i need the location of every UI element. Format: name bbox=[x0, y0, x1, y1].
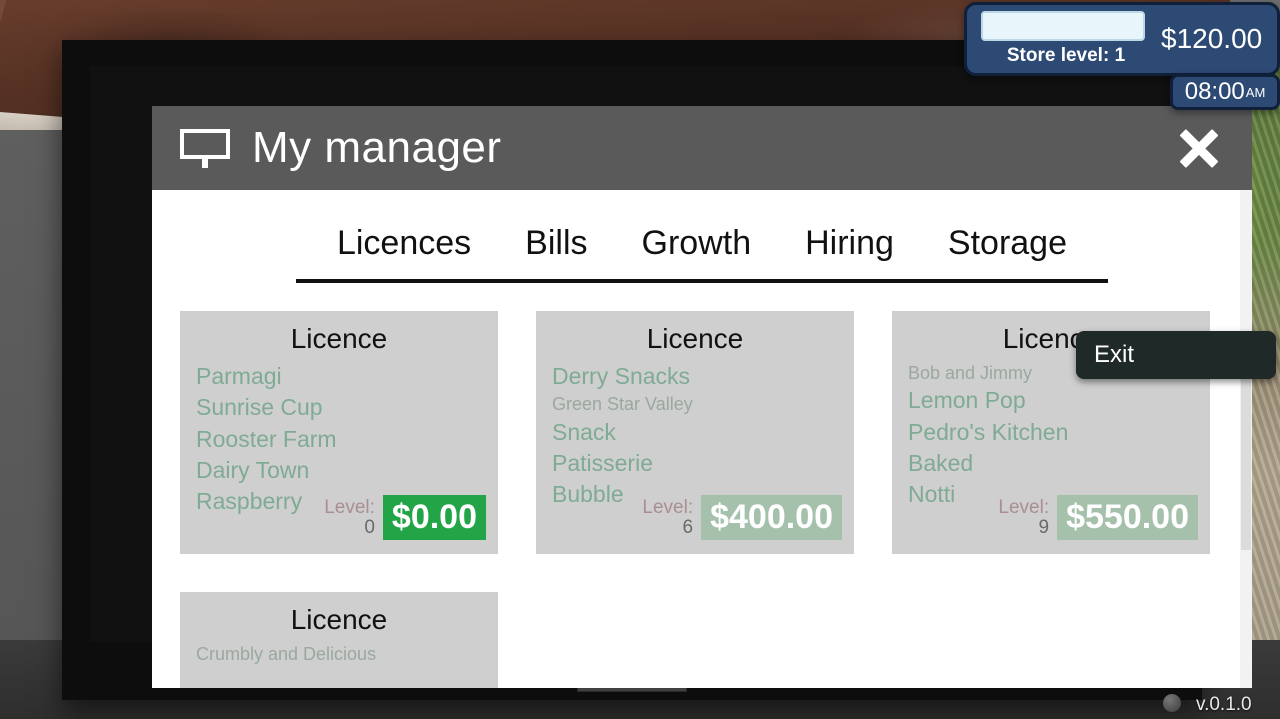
store-level-label: Store level: 1 bbox=[1006, 45, 1126, 66]
scrollbar-thumb[interactable] bbox=[1241, 350, 1251, 550]
card-title: Licence bbox=[290, 604, 388, 635]
licence-card[interactable]: Licence Derry Snacks Green Star Valley S… bbox=[536, 311, 854, 554]
card-line: Rooster Farm bbox=[196, 425, 337, 452]
store-progress-bar bbox=[981, 11, 1145, 41]
price-button[interactable]: $0.00 bbox=[382, 495, 486, 540]
card-line: Sunrise Cup bbox=[196, 394, 323, 421]
scrollbar[interactable] bbox=[1240, 190, 1252, 688]
card-line: Green Star Valley bbox=[552, 394, 693, 415]
card-footer: Level: 9 $550.00 bbox=[998, 495, 1198, 540]
store-hud-panel: Store level: 1 $120.00 bbox=[964, 2, 1280, 76]
card-line: Patisserie bbox=[552, 450, 653, 476]
card-line: Parmagi bbox=[196, 363, 282, 389]
monitor-icon bbox=[180, 129, 230, 168]
app-title: My manager bbox=[252, 123, 502, 172]
level-value: 6 bbox=[682, 516, 694, 538]
level-label: Level: bbox=[642, 496, 694, 518]
app-titlebar: My manager bbox=[152, 106, 1252, 190]
exit-button[interactable]: Exit bbox=[1076, 331, 1276, 379]
level-label: Level: bbox=[998, 496, 1050, 518]
price-button[interactable]: $550.00 bbox=[1057, 495, 1198, 540]
card-footer: Level: 0 $0.00 bbox=[324, 495, 486, 540]
card-line: Dairy Town bbox=[196, 456, 310, 483]
level-value: 9 bbox=[1038, 516, 1050, 538]
monitor: My manager Licences Bills Growth Hiring … bbox=[62, 40, 1252, 700]
price-button[interactable]: $400.00 bbox=[701, 495, 842, 540]
tab-licences[interactable]: Licences bbox=[337, 224, 471, 263]
card-title: Licence bbox=[290, 323, 388, 354]
card-line: Lemon Pop bbox=[908, 387, 1026, 414]
card-line: Crumbly and Delicious bbox=[196, 644, 377, 664]
money-amount: $120.00 bbox=[1161, 23, 1263, 55]
licence-card[interactable]: Licence Crumbly and Delicious bbox=[180, 592, 498, 688]
app-body: Licences Bills Growth Hiring Storage Lic… bbox=[152, 190, 1252, 688]
level-label: Level: bbox=[324, 496, 375, 518]
version-label: v.0.1.0 bbox=[1196, 694, 1252, 715]
card-footer: Level: 6 $400.00 bbox=[642, 495, 842, 540]
hud-clock-time: 08:00 bbox=[1184, 78, 1245, 105]
tab-growth[interactable]: Growth bbox=[642, 224, 752, 263]
card-line: Pedro's Kitchen bbox=[908, 418, 1069, 445]
hud-left-group: Store level: 1 bbox=[981, 11, 1151, 67]
tab-hiring[interactable]: Hiring bbox=[805, 224, 894, 263]
hud-clock-ampm: AM bbox=[1245, 84, 1266, 100]
card-line: Derry Snacks bbox=[552, 363, 691, 389]
level-display: Level: 6 bbox=[642, 496, 694, 538]
screen: My manager Licences Bills Growth Hiring … bbox=[152, 106, 1252, 688]
close-icon[interactable] bbox=[1176, 125, 1222, 171]
card-line: Baked bbox=[908, 450, 974, 476]
tab-bills[interactable]: Bills bbox=[525, 224, 587, 263]
level-display: Level: 0 bbox=[324, 496, 375, 538]
level-value: 0 bbox=[364, 516, 375, 538]
licence-card[interactable]: Licence Parmagi Sunrise Cup Rooster Farm… bbox=[180, 311, 498, 554]
card-line: Snack bbox=[552, 418, 616, 445]
level-display: Level: 9 bbox=[998, 496, 1050, 538]
hud-clock: 08:00 AM bbox=[1170, 74, 1280, 110]
card-title: Licence bbox=[646, 323, 744, 354]
webcam-dot bbox=[1163, 694, 1181, 712]
tab-storage[interactable]: Storage bbox=[948, 224, 1067, 263]
tab-bar: Licences Bills Growth Hiring Storage bbox=[152, 190, 1252, 263]
